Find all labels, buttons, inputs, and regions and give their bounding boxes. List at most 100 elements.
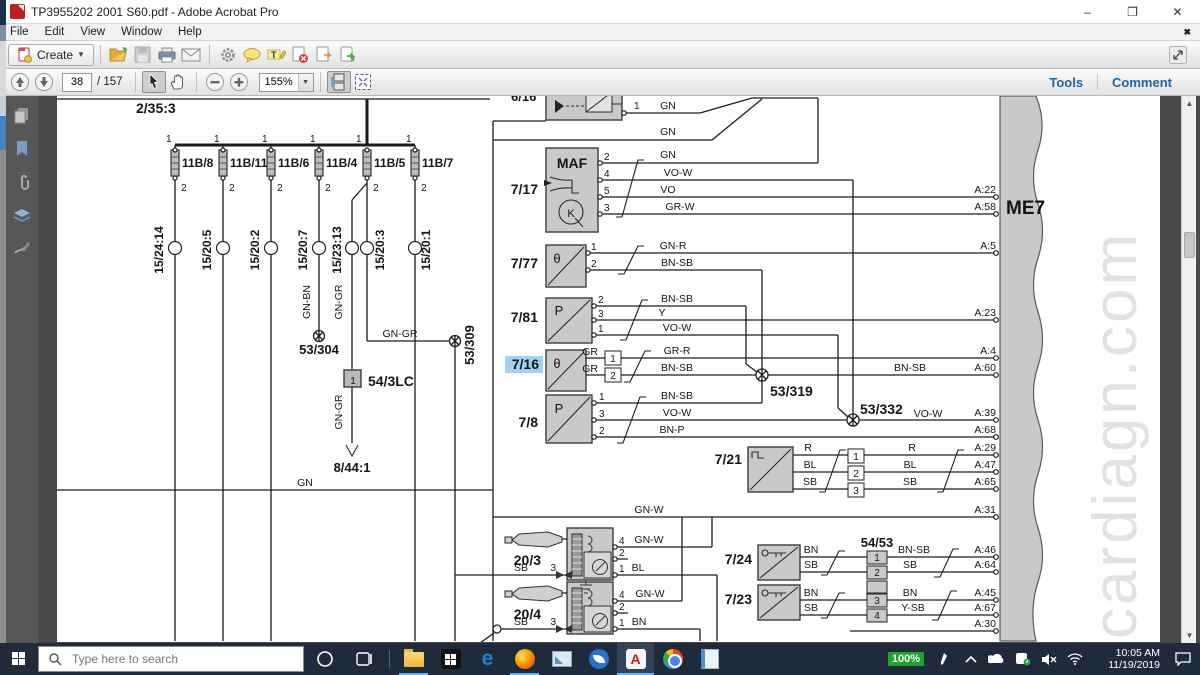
diagram-label: 5 (604, 186, 610, 197)
device-status-icon[interactable] (1010, 643, 1036, 675)
next-page-button[interactable] (32, 71, 56, 93)
save-button[interactable] (131, 44, 155, 66)
component-7-21: 7/21 (715, 451, 742, 467)
diagram-label: 1 (610, 354, 616, 365)
taskbar-acrobat-active[interactable]: A (617, 643, 654, 675)
ecu-pin-a67: A:67 (974, 602, 996, 614)
menu-window[interactable]: Window (113, 26, 170, 38)
maximize-button[interactable]: ❐ (1110, 0, 1155, 23)
cortana-button[interactable] (304, 643, 346, 675)
connector-11b-6: 11B/6 (278, 156, 310, 170)
battery-status-badge[interactable]: 100% (888, 652, 924, 666)
menu-view[interactable]: View (72, 26, 113, 38)
menu-edit[interactable]: Edit (37, 26, 73, 38)
taskbar-clock[interactable]: 10:05 AM 11/19/2019 (1094, 647, 1160, 671)
diagram-label: 1 (598, 324, 604, 335)
bookmarks-icon[interactable] (14, 140, 30, 158)
open-file-button[interactable] (107, 44, 131, 66)
hidden-icons-chevron[interactable] (958, 643, 984, 675)
ecu-pin-a31: A:31 (974, 504, 996, 516)
search-input[interactable] (70, 651, 270, 667)
diagram-label: 1 (166, 134, 172, 145)
diagram-label: GR-W (665, 201, 694, 213)
minimize-button[interactable]: – (1065, 0, 1110, 23)
diagram-label: GN (660, 100, 676, 112)
previous-page-button[interactable] (8, 71, 32, 93)
scrollbar-thumb[interactable] (1184, 232, 1195, 258)
task-view-button[interactable] (346, 643, 384, 675)
menu-help[interactable]: Help (170, 26, 210, 38)
volume-muted-icon[interactable] (1036, 643, 1062, 675)
file-explorer-icon (404, 652, 424, 667)
extract-pages-button[interactable] (312, 44, 336, 66)
diagram-label: 1 (591, 242, 597, 253)
print-button[interactable] (155, 44, 179, 66)
diagram-label: 1 (874, 553, 880, 564)
create-button[interactable]: Create ▼ (8, 44, 94, 66)
tools-panel-button[interactable]: Tools (1035, 75, 1097, 90)
scroll-down-icon[interactable]: ▼ (1182, 628, 1197, 643)
taskbar-thunderbird[interactable] (580, 643, 617, 675)
taskbar-chrome[interactable] (654, 643, 691, 675)
settings-gear-button[interactable] (216, 44, 240, 66)
splice-symbol-53-309 (450, 335, 461, 347)
chrome-icon (663, 649, 683, 669)
close-button[interactable]: ✕ (1155, 0, 1200, 23)
scrolling-mode-button[interactable] (327, 71, 351, 93)
page-thumbnails-icon[interactable] (13, 106, 31, 124)
signatures-icon[interactable] (13, 240, 31, 256)
pen-tray-icon[interactable] (932, 643, 958, 675)
windows-logo-icon (12, 652, 26, 666)
close-menubar-icon[interactable]: ✖ (1183, 27, 1200, 38)
taskbar-edge[interactable]: e (469, 643, 506, 675)
menu-bar: File Edit View Window Help ✖ (0, 24, 1200, 41)
hand-tool-button[interactable] (166, 71, 190, 93)
select-tool-button[interactable] (142, 71, 166, 93)
delete-pages-button[interactable] (288, 44, 312, 66)
diagram-label: θ (553, 356, 560, 371)
ecu-pin-a68: A:68 (974, 424, 996, 436)
diagram-label: BL (804, 459, 817, 471)
export-pdf-button[interactable] (336, 44, 360, 66)
zoom-dropdown-button[interactable]: ▼ (298, 74, 313, 91)
comment-bubble-button[interactable] (240, 44, 264, 66)
diagram-label: 2 (599, 426, 605, 437)
diagram-label: Y-SB (901, 602, 925, 614)
comment-panel-button[interactable]: Comment (1098, 75, 1186, 90)
email-button[interactable] (179, 44, 203, 66)
scroll-up-icon[interactable]: ▲ (1182, 96, 1197, 111)
vertical-scrollbar[interactable]: ▲ ▼ (1181, 96, 1196, 643)
highlight-text-button[interactable]: T (264, 44, 288, 66)
diagram-label: 3 (598, 309, 604, 320)
diagram-label: VO (660, 184, 675, 196)
diagram-label: BN (804, 544, 819, 556)
component-6-16: 6/16 (511, 96, 536, 104)
zoom-out-button[interactable] (203, 71, 227, 93)
attachments-icon[interactable] (14, 174, 30, 192)
action-center-button[interactable] (1166, 643, 1200, 675)
fit-page-button[interactable] (351, 71, 375, 93)
toolbar-resize-button[interactable] (1166, 44, 1190, 66)
diagram-label: SB (804, 602, 818, 614)
zoom-in-button[interactable] (227, 71, 251, 93)
diagram-label: 15/23:13 (330, 226, 344, 274)
pdf-page[interactable]: cardiagn.com (57, 96, 1160, 642)
layers-icon[interactable] (13, 208, 31, 224)
diagram-label: BN-SB (894, 362, 926, 374)
taskbar-search[interactable] (38, 646, 304, 672)
zoom-level-input[interactable] (260, 76, 298, 88)
wifi-icon[interactable] (1062, 643, 1088, 675)
taskbar-file-explorer[interactable] (395, 643, 432, 675)
taskbar-firefox[interactable] (506, 643, 543, 675)
taskbar-microsoft-store[interactable] (432, 643, 469, 675)
wiring-diagram: 2/35:311111111B/811B/1111B/611B/411B/511… (57, 96, 1160, 642)
ecu-pin-a30: A:30 (974, 618, 996, 630)
start-button[interactable] (0, 643, 38, 675)
diagram-label: 1 (406, 134, 412, 145)
taskbar-photo-viewer[interactable] (543, 643, 580, 675)
onedrive-cloud-icon[interactable] (984, 643, 1010, 675)
splice-53-319: 53/319 (770, 383, 813, 399)
diagram-label: GN-R (660, 240, 687, 252)
taskbar-notepad[interactable] (691, 643, 728, 675)
page-number-input[interactable] (62, 73, 92, 92)
